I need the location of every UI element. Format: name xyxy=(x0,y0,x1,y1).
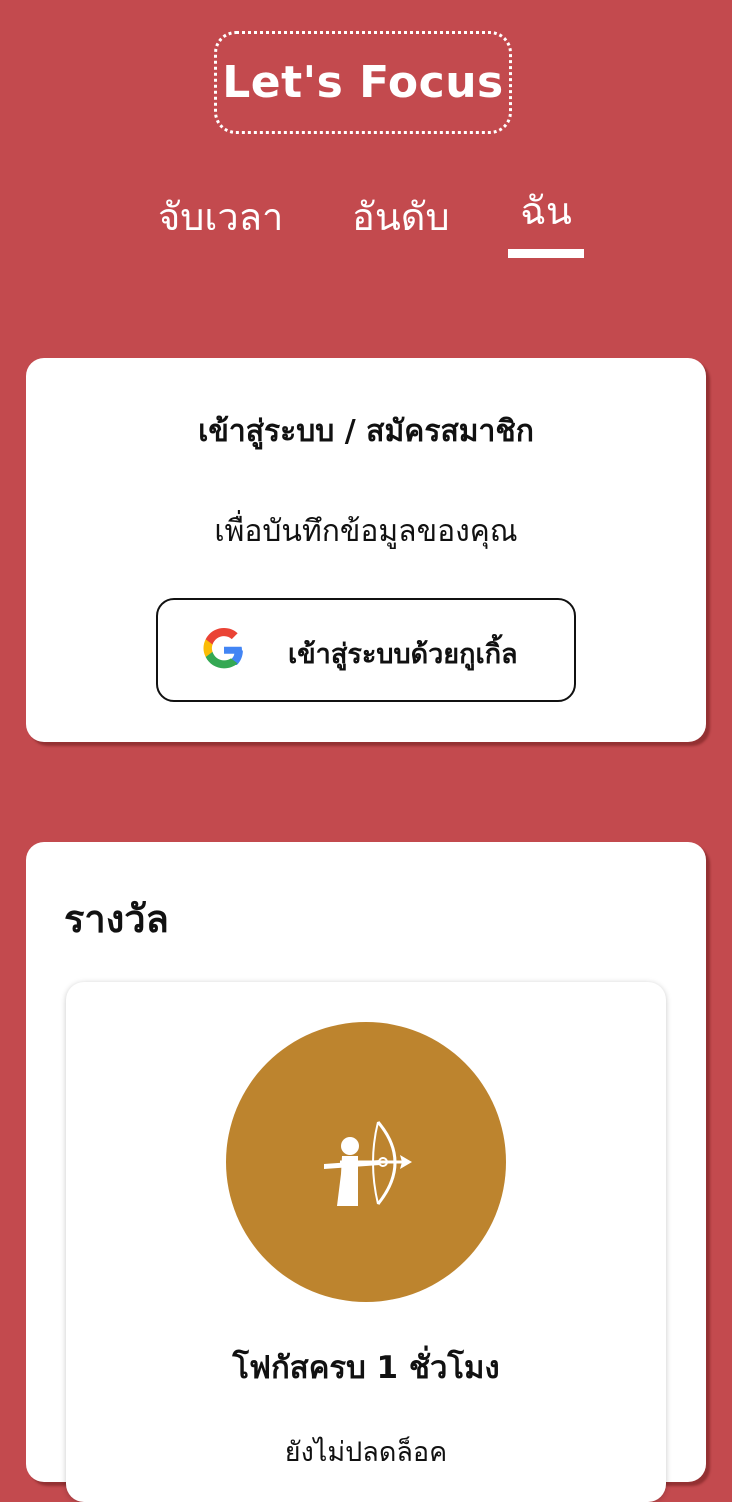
login-subtitle: เพื่อบันทึกข้อมูลของคุณ xyxy=(214,514,518,549)
tab-me[interactable]: ฉัน xyxy=(520,180,572,241)
active-tab-indicator xyxy=(508,249,584,258)
google-g-icon xyxy=(203,628,243,669)
google-login-label: เข้าสู่ระบบด้วยกูเกิ้ล xyxy=(288,639,518,670)
app-logo-text: Let's Focus xyxy=(222,57,504,108)
rewards-title: รางวัล xyxy=(64,897,169,941)
tab-timer[interactable]: จับเวลา xyxy=(158,186,283,247)
app-logo: Let's Focus xyxy=(214,31,512,134)
login-title: เข้าสู่ระบบ / สมัครสมาชิก xyxy=(198,414,534,449)
reward-name: โฟกัสครบ 1 ชั่วโมง xyxy=(232,1350,500,1386)
archer-icon xyxy=(324,1121,412,1206)
tab-ranking[interactable]: อันดับ xyxy=(352,186,450,247)
